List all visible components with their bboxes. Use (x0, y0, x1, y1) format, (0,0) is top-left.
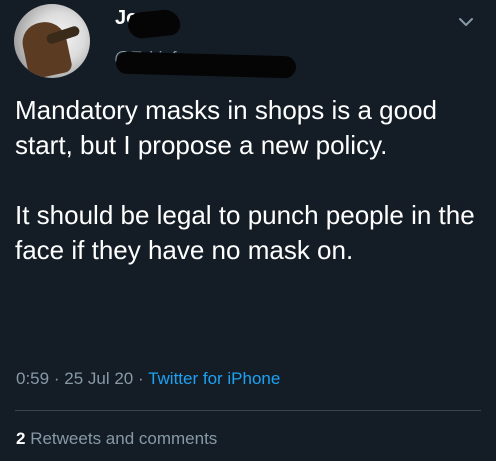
divider (15, 410, 481, 411)
retweet-count: 2 (16, 429, 26, 448)
tweet-metadata: 0:59 · 25 Jul 20 · Twitter for iPhone (16, 369, 280, 389)
engagement-link[interactable]: 2 Retweets and comments (16, 429, 217, 449)
avatar-figure (18, 18, 74, 78)
avatar[interactable] (14, 4, 90, 78)
meta-separator: · (137, 369, 144, 388)
chevron-down-icon[interactable] (456, 12, 476, 32)
tweet-card: Jo @Tobi_fro Mandatory masks in shops is… (0, 0, 496, 461)
handle-redaction-scribble (115, 51, 297, 79)
tweet-paragraph-2: It should be legal to punch people in th… (15, 200, 475, 265)
tweet-paragraph-1: Mandatory masks in shops is a good start… (15, 95, 437, 160)
tweet-source-link[interactable]: Twitter for iPhone (148, 369, 280, 388)
name-redaction-scribble (126, 8, 182, 40)
meta-separator: · (53, 369, 60, 388)
tweet-time[interactable]: 0:59 (16, 369, 49, 388)
tweet-text: Mandatory masks in shops is a good start… (15, 93, 485, 268)
engagement-label: Retweets and comments (30, 429, 218, 448)
tweet-date[interactable]: 25 Jul 20 (64, 369, 133, 388)
